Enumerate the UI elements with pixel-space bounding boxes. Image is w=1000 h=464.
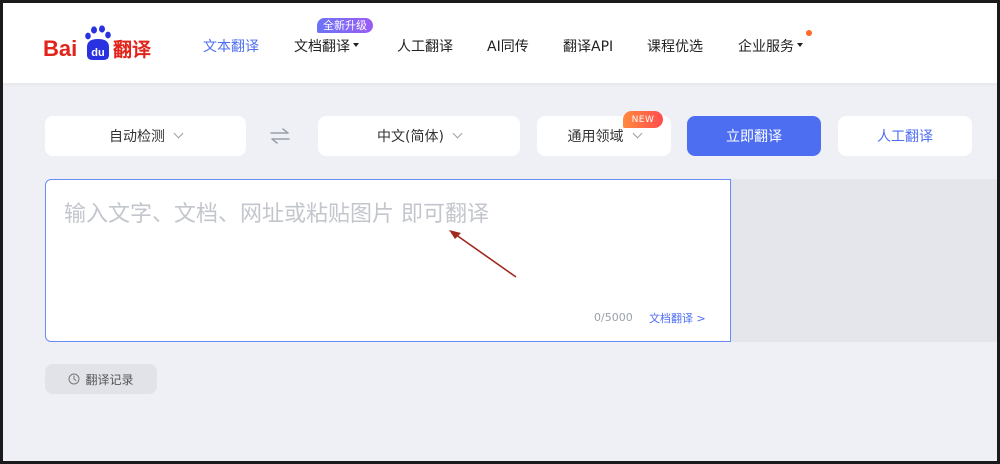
swap-languages-button[interactable] [269,128,291,148]
upgrade-badge: 全新升级 [317,18,373,33]
history-label: 翻译记录 [85,372,134,387]
logo-du-text: du [91,47,104,59]
target-language-label: 中文(简体) [377,129,444,145]
source-text-panel: 0/5000 文档翻译 > [45,179,731,342]
source-language-label: 自动检测 [109,129,165,145]
nav-text-translate[interactable]: 文本翻译 [203,36,259,56]
nav-human-translate[interactable]: 人工翻译 [397,36,453,56]
human-translate-button[interactable]: 人工翻译 [838,116,972,156]
chevron-down-icon [173,128,184,138]
caret-down-icon [797,43,803,47]
top-header: Bai du 翻译 文本翻译 文档翻译 全新升级 人工翻译 AI同传 翻译API… [3,3,997,83]
translation-history-button[interactable]: 翻译记录 [45,364,157,394]
target-language-select[interactable]: 中文(简体) [318,116,520,156]
source-language-select[interactable]: 自动检测 [45,116,246,156]
app-window: Bai du 翻译 文本翻译 文档翻译 全新升级 人工翻译 AI同传 翻译API… [3,3,997,461]
swap-icon [270,128,290,144]
nav-courses[interactable]: 课程优选 [647,36,703,56]
logo-bai-text: Bai [43,36,77,61]
nav-translate-api[interactable]: 翻译API [563,36,613,56]
chevron-down-icon [632,128,642,138]
source-text-input[interactable] [64,196,704,296]
chevron-down-icon [452,128,463,138]
nav-doc-translate[interactable]: 文档翻译 [294,36,359,56]
translate-now-button[interactable]: 立即翻译 [687,116,821,156]
paw-logo-icon: Bai du 翻译 [43,25,152,61]
nav-enterprise-label: 企业服务 [738,39,794,55]
nav-doc-translate-label: 文档翻译 [294,39,350,55]
nav-enterprise[interactable]: 企业服务 [738,36,803,56]
arrow-annotation-icon [449,230,517,278]
char-counter: 0/5000 [594,311,633,324]
notification-dot [806,30,812,36]
new-badge: NEW [623,111,663,128]
doc-translate-link[interactable]: 文档翻译 > [649,310,706,326]
domain-label: 通用领域 [567,129,624,145]
translation-output-panel [731,179,997,342]
nav-ai-interpretation[interactable]: AI同传 [487,36,529,56]
caret-down-icon [353,43,359,47]
baidu-translate-logo[interactable]: Bai du 翻译 [43,25,173,65]
clock-icon [68,373,80,385]
logo-product-text: 翻译 [113,38,152,61]
